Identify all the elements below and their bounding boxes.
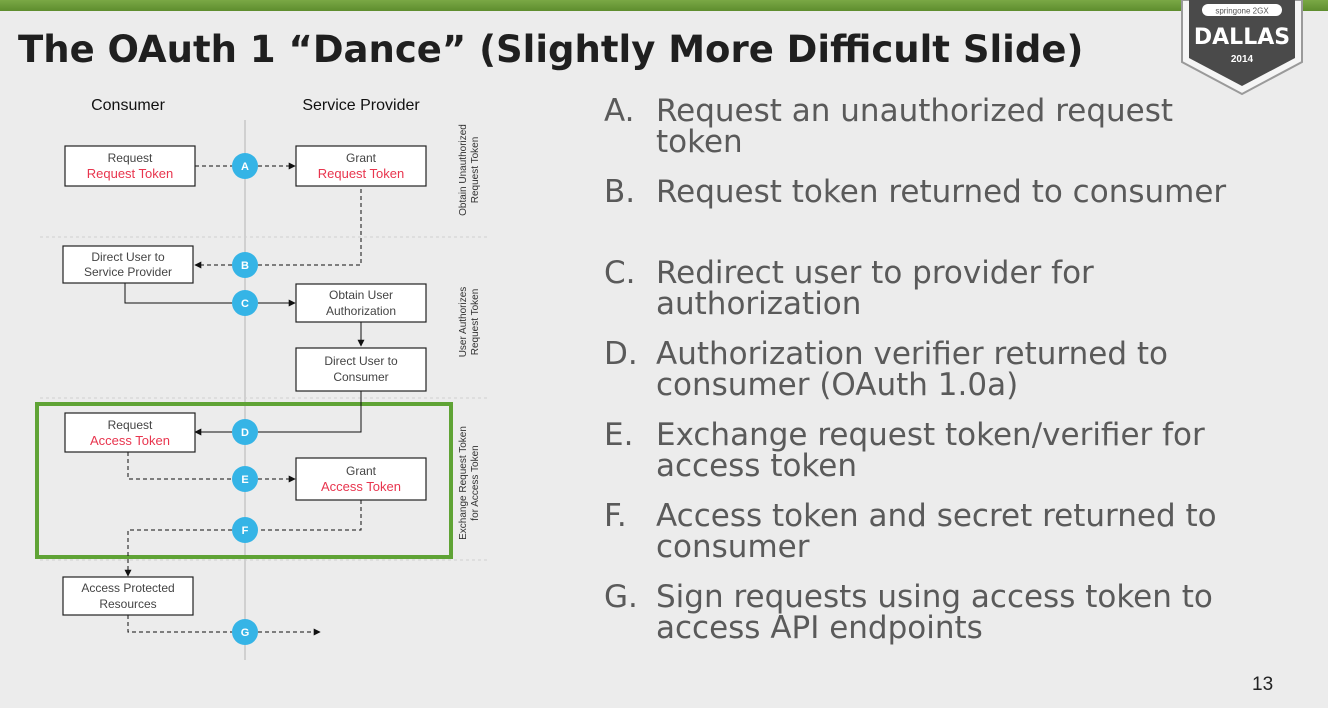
conference-badge: springone 2GX DALLAS 2014 [1180, 0, 1304, 96]
top-accent-bar [0, 0, 1328, 11]
connector-c-in [124, 283, 232, 304]
svg-text:B: B [241, 260, 249, 272]
svg-text:Obtain Unauthorized: Obtain Unauthorized [458, 124, 469, 216]
step-item-e: E. Exchange request token/verifier for a… [604, 420, 1304, 501]
phase-label-exchange: Exchange Request Token for Access Token [458, 426, 481, 540]
step-circle-a: A [232, 153, 258, 179]
svg-text:for Access Token: for Access Token [470, 445, 481, 520]
svg-text:Request Token: Request Token [470, 289, 481, 356]
step-text: Exchange request token/verifier for acce… [656, 417, 1205, 484]
svg-text:Access Token: Access Token [321, 479, 401, 494]
connector-e-in [127, 452, 232, 480]
service-provider-column-header: Service Provider [302, 97, 420, 114]
svg-text:F: F [242, 525, 249, 537]
svg-text:Grant: Grant [346, 464, 377, 478]
step-text: Authorization verifier returned to consu… [656, 336, 1168, 403]
step-item-d: D. Authorization verifier returned to co… [604, 339, 1304, 420]
svg-text:C: C [241, 298, 249, 310]
step-text: Sign requests using access token to acce… [656, 579, 1213, 646]
step-circle-b: B [232, 252, 258, 278]
step-text: Access token and secret returned to cons… [656, 498, 1217, 565]
box-grant-access-token: Grant Access Token [295, 457, 427, 501]
step-text: Redirect user to provider for authorizat… [656, 255, 1094, 322]
step-letter: F. [604, 498, 627, 534]
svg-text:Access Token: Access Token [90, 433, 170, 448]
step-letter: D. [604, 336, 638, 372]
page-number: 13 [1252, 674, 1274, 695]
step-item-a: A. Request an unauthorized request token [604, 96, 1304, 177]
svg-text:Direct User to: Direct User to [324, 354, 398, 368]
step-item-g: G. Sign requests using access token to a… [604, 582, 1304, 663]
step-letter: B. [604, 174, 636, 210]
box-request-access-token: Request Access Token [64, 412, 196, 453]
svg-text:Direct User to: Direct User to [91, 250, 165, 264]
step-text: Request an unauthorized request token [656, 93, 1174, 160]
step-letter: A. [604, 93, 635, 129]
svg-text:E: E [241, 474, 248, 486]
svg-text:Service Provider: Service Provider [84, 265, 172, 279]
svg-text:Request Token: Request Token [470, 137, 481, 204]
phase-label-obtain: Obtain Unauthorized Request Token [458, 124, 481, 216]
svg-text:Resources: Resources [99, 597, 156, 611]
svg-text:Request Token: Request Token [318, 166, 405, 181]
connector-b-in [258, 189, 362, 266]
step-circle-f: F [232, 517, 258, 543]
box-request-request-token: Request Request Token [64, 145, 196, 187]
connector-f-out [124, 529, 232, 577]
step-circle-g: G [232, 619, 258, 645]
connector-g-in [127, 615, 232, 633]
step-text: Request token returned to consumer [656, 174, 1227, 210]
svg-text:Access Protected: Access Protected [81, 581, 174, 595]
svg-text:G: G [241, 627, 250, 639]
step-circle-d: D [232, 419, 258, 445]
box-obtain-user-authorization: Obtain User Authorization [295, 283, 427, 323]
step-letter: E. [604, 417, 634, 453]
step-item-b: B. Request token returned to consumer [604, 177, 1304, 258]
connector-f-in [258, 500, 362, 531]
svg-text:Request Token: Request Token [87, 166, 174, 181]
svg-text:A: A [241, 161, 249, 173]
connector-d-in [258, 391, 362, 433]
step-letter: G. [604, 579, 638, 615]
slide-title: The OAuth 1 “Dance” (Slightly More Diffi… [18, 28, 1084, 71]
oauth-flow-diagram: Consumer Service Provider Obtain Unautho… [0, 80, 500, 660]
svg-text:Request: Request [108, 418, 153, 432]
oauth-steps-list: A. Request an unauthorized request token… [604, 96, 1304, 663]
box-direct-user-to-consumer: Direct User to Consumer [295, 347, 427, 392]
badge-year: 2014 [1231, 54, 1254, 65]
badge-city: DALLAS [1194, 25, 1290, 50]
box-access-protected-resources: Access Protected Resources [62, 576, 194, 616]
step-item-f: F. Access token and secret returned to c… [604, 501, 1304, 582]
phase-label-authorize: User Authorizes Request Token [458, 287, 481, 358]
step-letter: C. [604, 255, 636, 291]
box-grant-request-token: Grant Request Token [295, 145, 427, 187]
consumer-column-header: Consumer [91, 97, 165, 114]
svg-text:Consumer: Consumer [333, 370, 388, 384]
svg-text:Obtain User: Obtain User [329, 288, 393, 302]
svg-text:User Authorizes: User Authorizes [458, 287, 469, 358]
step-circle-c: C [232, 290, 258, 316]
step-circle-e: E [232, 466, 258, 492]
step-item-c: C. Redirect user to provider for authori… [604, 258, 1304, 339]
svg-text:Exchange Request Token: Exchange Request Token [458, 426, 469, 540]
svg-text:D: D [241, 427, 249, 439]
svg-text:Authorization: Authorization [326, 304, 396, 318]
badge-top-text: springone 2GX [1215, 7, 1269, 16]
svg-text:Grant: Grant [346, 151, 377, 165]
svg-text:Request: Request [108, 151, 153, 165]
box-direct-user-to-service-provider: Direct User to Service Provider [62, 245, 194, 284]
